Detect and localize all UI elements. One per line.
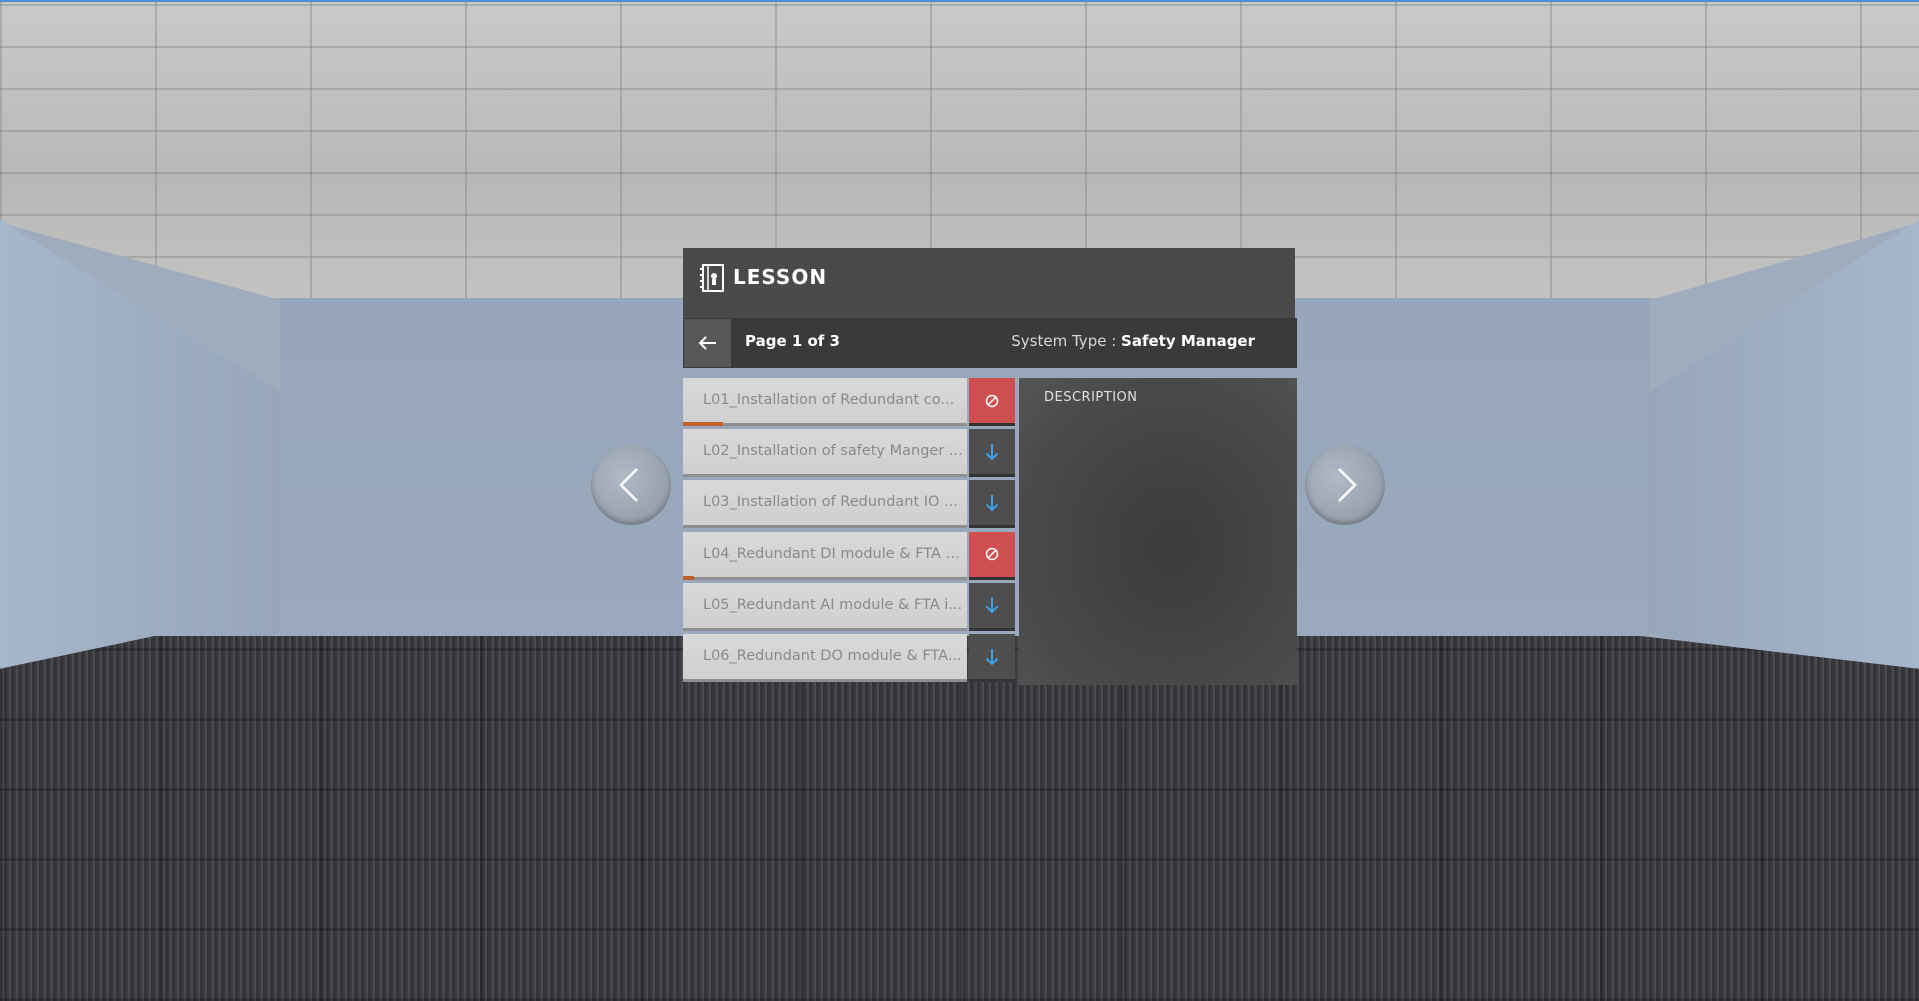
panel-header: LESSON [683,248,1295,318]
lesson-name[interactable]: L01_Installation of Redundant co... [683,378,967,426]
panel-title: LESSON [733,265,828,289]
download-icon [985,494,999,512]
lesson-download-button[interactable] [969,429,1015,478]
description-panel: DESCRIPTION [1019,378,1297,685]
lesson-progress-bar [683,575,695,580]
lesson-row[interactable]: L02_Installation of safety Manger ... [683,429,1015,478]
blocked-icon [985,547,999,561]
vr-scene: LESSON Page 1 of 3 System Type : Safety … [0,0,1919,1001]
lesson-name[interactable]: L05_Redundant AI module & FTA i... [683,582,967,631]
lesson-blocked-button[interactable] [969,531,1015,580]
blocked-icon [985,394,999,407]
lesson-download-button[interactable] [969,480,1015,529]
system-type-value: Safety Manager [1121,332,1255,350]
lesson-name[interactable]: L06_Redundant DO module & FTA... [683,634,967,682]
window-top-border [0,0,1919,2]
lesson-download-button[interactable] [969,634,1015,682]
page-indicator: Page 1 of 3 [745,332,840,350]
lesson-blocked-button[interactable] [969,378,1015,426]
description-title: DESCRIPTION [1044,390,1138,405]
lesson-row[interactable]: L01_Installation of Redundant co... [683,378,1015,426]
lesson-name[interactable]: L03_Installation of Redundant IO ... [683,480,967,529]
lesson-download-button[interactable] [969,582,1015,631]
download-icon [985,443,999,461]
system-type-label: System Type : [1011,332,1117,350]
download-icon [985,648,999,665]
lesson-row[interactable]: L06_Redundant DO module & FTA... [683,634,1015,682]
lesson-row[interactable]: L04_Redundant DI module & FTA i... [683,531,1015,580]
lesson-progress-bar [683,422,723,426]
lesson-name[interactable]: L02_Installation of safety Manger ... [683,429,967,478]
carpet-floor [0,636,1919,1001]
system-type: System Type : Safety Manager [1011,332,1255,350]
lesson-name[interactable]: L04_Redundant DI module & FTA i... [683,531,967,580]
previous-page-button[interactable] [591,445,671,525]
lesson-row[interactable]: L05_Redundant AI module & FTA i... [683,582,1015,631]
panel-toolbar: Page 1 of 3 System Type : Safety Manager [683,318,1297,368]
next-page-button[interactable] [1305,445,1385,525]
back-button[interactable] [684,319,731,367]
left-wall [0,220,282,700]
chevron-right-icon [1338,468,1357,502]
lesson-row[interactable]: L03_Installation of Redundant IO ... [683,480,1015,529]
lesson-list: L01_Installation of Redundant co... L02_I… [683,378,1015,685]
download-icon [985,597,999,614]
chevron-left-icon [619,468,638,502]
lesson-panel: LESSON Page 1 of 3 System Type : Safety … [683,248,1297,685]
book-icon [700,264,724,292]
arrow-left-icon [698,336,716,350]
right-wall [1648,220,1919,700]
